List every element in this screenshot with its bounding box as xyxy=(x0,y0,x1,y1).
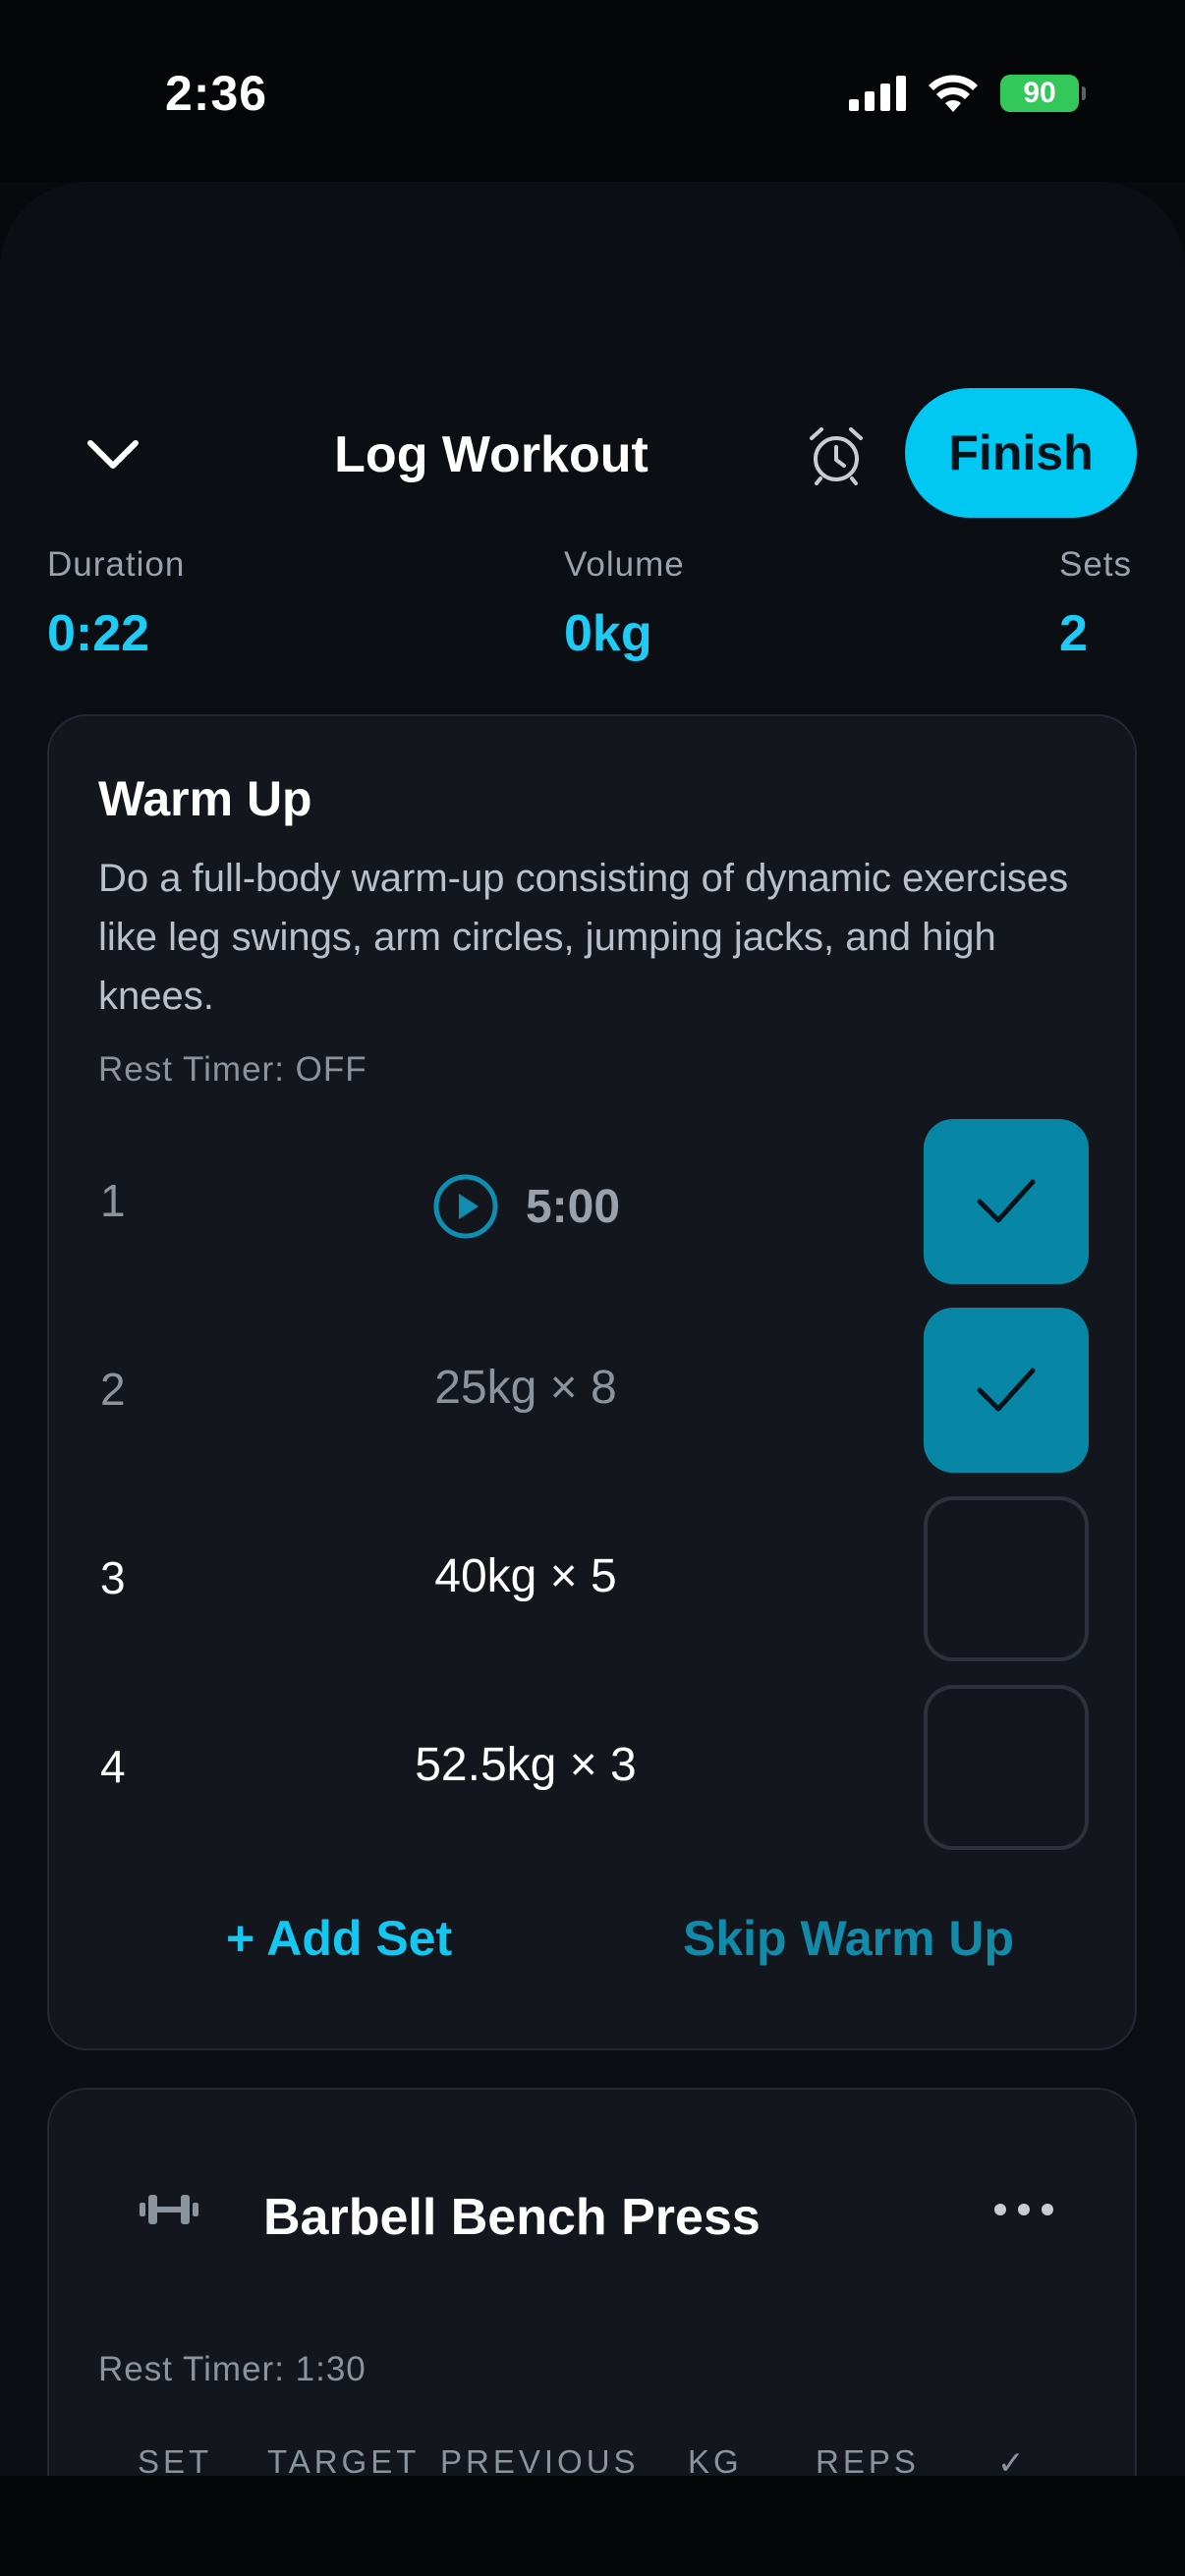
warm-up-set-row: 4 52.5kg × 3 xyxy=(49,1685,1139,1850)
add-set-button[interactable]: + Add Set xyxy=(226,1910,452,1967)
set-complete-checkbox[interactable] xyxy=(924,1308,1089,1473)
bottom-safe-area xyxy=(0,2476,1185,2576)
sets-value: 2 xyxy=(1059,605,1088,662)
battery-indicator: 90 xyxy=(1000,75,1086,112)
alarm-clock-icon[interactable] xyxy=(804,423,869,488)
battery-level: 90 xyxy=(1023,77,1056,109)
exercise-card: Barbell Bench Press Rest Timer: 1:30 SET… xyxy=(47,2088,1137,2481)
volume-stat: Volume 0kg xyxy=(564,545,685,663)
set-value: 25kg × 8 xyxy=(434,1362,617,1414)
warm-up-set-row: 2 25kg × 8 xyxy=(49,1308,1139,1473)
dumbbell-icon xyxy=(140,2195,198,2224)
warm-up-description: Do a full-body warm-up consisting of dyn… xyxy=(98,857,1069,1018)
play-icon[interactable] xyxy=(431,1172,500,1241)
wifi-icon xyxy=(929,75,978,112)
set-complete-checkbox[interactable] xyxy=(924,1496,1089,1661)
sets-label: Sets xyxy=(1059,545,1133,584)
set-timer: 5:00 xyxy=(49,1172,1002,1253)
warm-up-title: Warm Up xyxy=(98,771,312,826)
set-complete-checkbox[interactable] xyxy=(924,1685,1089,1850)
skip-warm-up-button[interactable]: Skip Warm Up xyxy=(683,1910,1014,1967)
sets-stat: Sets 2 xyxy=(1059,545,1132,663)
timer-value: 5:00 xyxy=(525,1180,621,1233)
exercise-name[interactable]: Barbell Bench Press xyxy=(263,2188,761,2247)
more-icon[interactable] xyxy=(992,2200,1055,2219)
checkmark-icon xyxy=(977,1368,1036,1412)
header: Log Workout Finish xyxy=(0,388,1185,521)
warm-up-rest-timer[interactable]: Rest Timer: OFF xyxy=(98,1050,367,1090)
checkmark-icon xyxy=(977,1179,1036,1223)
warm-up-set-row: 3 40kg × 5 xyxy=(49,1496,1139,1661)
signal-icon xyxy=(849,76,906,111)
warm-up-set-row: 1 5:00 xyxy=(49,1119,1139,1284)
volume-value: 0kg xyxy=(564,605,652,662)
status-icons: 90 xyxy=(849,75,1086,112)
set-value: 52.5kg × 3 xyxy=(415,1739,637,1791)
status-time: 2:36 xyxy=(165,66,268,121)
warm-up-actions: + Add Set Skip Warm Up xyxy=(49,1910,1139,1988)
set-value: 40kg × 5 xyxy=(434,1550,617,1602)
warm-up-card: Warm Up Do a full-body warm-up consistin… xyxy=(47,714,1137,2050)
duration-value: 0:22 xyxy=(47,605,150,662)
duration-label: Duration xyxy=(47,545,186,584)
volume-label: Volume xyxy=(564,545,685,584)
finish-button[interactable]: Finish xyxy=(905,388,1137,518)
set-complete-checkbox[interactable] xyxy=(924,1119,1089,1284)
exercise-rest-timer[interactable]: Rest Timer: 1:30 xyxy=(98,2350,367,2389)
status-bar: 2:36 90 xyxy=(0,0,1185,182)
duration-stat: Duration 0:22 xyxy=(47,545,185,663)
